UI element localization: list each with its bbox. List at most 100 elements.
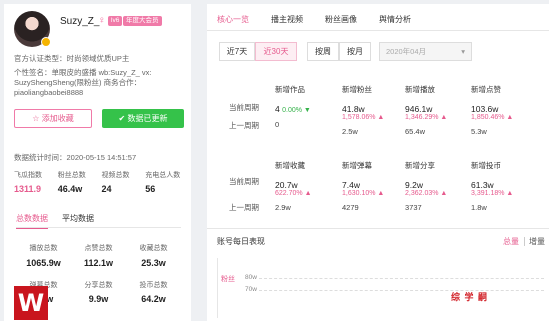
metric-title: 新增弹幕: [342, 161, 372, 170]
main-tabs: 核心一览 播主视频 粉丝画像 舆情分析: [217, 14, 411, 31]
summary-header: 分享总数: [84, 282, 113, 289]
metric-value: 946.1w: [405, 104, 433, 114]
metric-value: 7.4w: [342, 180, 360, 190]
summary-value: 112.1w: [83, 258, 114, 268]
current-period-label: 当前周期: [229, 177, 259, 186]
cert-label: 官方认证类型：: [14, 54, 67, 63]
add-favorite-label: 添加收藏: [41, 114, 74, 123]
chart-axis-line: [217, 258, 218, 318]
metric-prev: 0: [275, 120, 280, 129]
watermark: 综 学 嗣: [451, 292, 489, 302]
by-month-button[interactable]: 按月: [339, 42, 371, 61]
metric-new-works: 新增作品 4 0.00% ▼ 0: [275, 84, 339, 129]
profile-panel: Suzy_Z_ ♀ lv6 年度大会员 官方认证类型：时尚领域优质UP主 个性签…: [4, 4, 191, 321]
logo: W: [14, 286, 48, 320]
month-select[interactable]: 2020年04月 ▾: [379, 42, 472, 61]
level-badge: lv6: [108, 16, 123, 26]
previous-period-label: 上一周期: [229, 203, 259, 212]
metric-value: 4 0.00% ▼: [275, 104, 311, 114]
chevron-down-icon: ▾: [461, 47, 465, 56]
metric-prev: 5.3w: [471, 127, 487, 136]
metric-change: 2,362.03% ▲: [405, 190, 448, 197]
metric-prev: 3737: [405, 203, 422, 212]
metric-new-fans: 新增粉丝 41.8w 1,578.06% ▲ 2.5w: [342, 84, 406, 136]
stat-value: 24: [101, 184, 112, 194]
y-tick: 80w: [245, 274, 257, 281]
summary-header: 点赞总数: [84, 245, 113, 252]
data-updated-button[interactable]: ✔ 数据已更新: [102, 109, 184, 128]
tab-core-overview[interactable]: 核心一览: [217, 14, 249, 31]
stat-value: 56: [145, 184, 156, 194]
data-updated-label: 数据已更新: [127, 114, 168, 123]
stat-value: 46.4w: [57, 184, 83, 194]
tab-videos[interactable]: 播主视频: [271, 14, 303, 31]
grid-line: [259, 290, 544, 291]
metric-title: 新增播放: [405, 85, 435, 94]
metric-value: 9.2w: [405, 180, 423, 190]
summary-value: 64.2w: [141, 294, 166, 304]
metric-title: 新增收藏: [275, 161, 305, 170]
metric-new-danmaku: 新增弹幕 7.4w 1,630.10% ▲ 4279: [342, 160, 406, 212]
stats-time-value: 2020-05-15 14:51:57: [66, 153, 137, 162]
metric-new-favorites: 新增收藏 20.7w 622.70% ▲ 2.9w: [275, 160, 339, 212]
summary-value: 1065.9w: [26, 258, 61, 268]
metric-value: 61.3w: [471, 180, 494, 190]
metric-prev: 4279: [342, 203, 359, 212]
metric-title: 新增作品: [275, 85, 305, 94]
stats-time: 数据统计时间：2020-05-15 14:51:57: [14, 152, 136, 163]
metric-new-likes: 新增点赞 103.6w 1,850.46% ▲ 5.3w: [471, 84, 535, 136]
summary-header: 投币总数: [139, 282, 168, 289]
female-icon: ♀: [98, 15, 106, 26]
signature-line-2: SuzyShengSheng(限粉丝) 商务合作：: [14, 78, 142, 87]
metric-change: 622.70% ▲: [275, 190, 312, 197]
increment-toggle[interactable]: 增量: [529, 236, 545, 247]
previous-period-label: 上一周期: [229, 121, 259, 130]
tab-fans[interactable]: 粉丝画像: [325, 14, 357, 31]
metric-title: 新增分享: [405, 161, 435, 170]
metric-value: 103.6w: [471, 104, 499, 114]
summary-value: 9.9w: [88, 294, 109, 304]
daily-performance-title: 账号每日表现: [217, 237, 265, 246]
metric-change: 1,346.29% ▲: [405, 114, 448, 121]
metric-new-shares: 新增分享 9.2w 2,362.03% ▲ 3737: [405, 160, 469, 212]
tab-sentiment[interactable]: 舆情分析: [379, 14, 411, 31]
metric-prev: 2.9w: [275, 203, 291, 212]
signature-line-3: piaoliangbaobei8888: [14, 88, 84, 97]
metric-change: 3,391.18% ▲: [471, 190, 514, 197]
metric-title: 新增投币: [471, 161, 501, 170]
series-label: 粉丝: [221, 276, 235, 283]
range-30d-button[interactable]: 近30天: [255, 42, 297, 61]
stat-header: 充电总人数: [145, 172, 181, 179]
month-select-value: 2020年04月: [386, 47, 427, 56]
summary-header: 收藏总数: [139, 245, 168, 252]
total-toggle[interactable]: 总量: [503, 236, 519, 247]
by-week-button[interactable]: 按周: [307, 42, 339, 61]
y-tick: 70w: [245, 286, 257, 293]
metric-title: 新增点赞: [471, 85, 501, 94]
metric-change: 0.00% ▼: [282, 107, 311, 114]
tab-divider: [207, 30, 549, 31]
metric-prev: 2.5w: [342, 127, 358, 136]
summary-values-1: 1065.9w 112.1w 25.3w: [16, 258, 181, 268]
verified-badge-icon: [41, 37, 51, 47]
add-favorite-button[interactable]: ☆ 添加收藏: [14, 109, 92, 128]
main-panel: 核心一览 播主视频 粉丝画像 舆情分析 近7天 近30天 按周 按月 2020年…: [207, 4, 549, 321]
stats-headers: 飞瓜指数 粉丝总数 视频总数 充电总人数: [14, 170, 189, 180]
stat-header: 飞瓜指数: [14, 172, 42, 179]
section-divider: [207, 228, 549, 229]
summary-headers-1: 播放总数 点赞总数 收藏总数: [16, 243, 181, 253]
range-7d-button[interactable]: 近7天: [219, 42, 255, 61]
metric-change: 1,578.06% ▲: [342, 114, 385, 121]
divider: [16, 227, 181, 228]
metric-value: 41.8w: [342, 104, 365, 114]
metric-value: 20.7w: [275, 180, 298, 190]
metric-new-coins: 新增投币 61.3w 3,391.18% ▲ 1.8w: [471, 160, 535, 212]
metric-change: 1,630.10% ▲: [342, 190, 385, 197]
current-period-label: 当前周期: [229, 103, 259, 112]
metric-title: 新增粉丝: [342, 85, 372, 94]
signature-line-1: 个性签名：单眼皮的盛播 wb:Suzy_Z_ vx:: [14, 68, 152, 77]
cert-info: 官方认证类型：时尚领域优质UP主: [14, 54, 129, 64]
star-icon: ☆: [32, 114, 42, 123]
summary-value: 25.3w: [141, 258, 166, 268]
grid-line: [259, 278, 544, 279]
